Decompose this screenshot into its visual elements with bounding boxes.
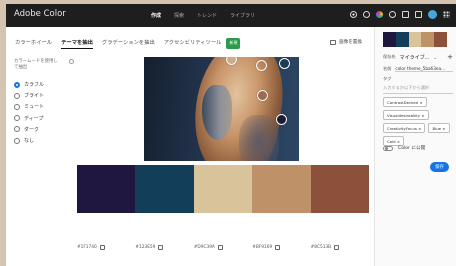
app-title[interactable]: Adobe Color	[14, 9, 66, 19]
hex-value-1: #1F1740	[77, 245, 135, 250]
library-label: 保存先	[383, 54, 396, 59]
tags-label: タグ	[383, 76, 392, 81]
hex-value-4: #BF9169	[252, 245, 310, 250]
color-wheel-icon[interactable]	[376, 11, 383, 18]
library-select-row: 保存先 マイライブ... ⌄ +	[383, 53, 453, 61]
color-picker-handle-3[interactable]	[279, 58, 290, 69]
nav-create[interactable]: 作成	[151, 12, 161, 19]
hex-value-5: #8C513B	[311, 245, 369, 250]
tab-accessibility[interactable]: アクセシビリティツール	[164, 38, 222, 49]
radio-icon	[14, 126, 20, 133]
info-icon[interactable]	[69, 59, 74, 64]
add-library-icon[interactable]: +	[447, 53, 453, 61]
preview-swatch-1	[383, 32, 396, 47]
copy-icon[interactable]	[275, 245, 281, 250]
mood-radio-list: カラフル ブライト ミュート ディープ ダーク なし	[14, 79, 74, 146]
publish-label: Color に公開	[398, 146, 426, 151]
name-input[interactable]: color theme_5ba63ea...	[395, 66, 453, 72]
publish-toggle[interactable]	[383, 145, 393, 151]
mood-option-dark[interactable]: ダーク	[14, 124, 74, 135]
preview-swatch-3	[408, 32, 422, 47]
image-icon	[330, 39, 337, 45]
main-panel: カラーホイール テーマを抽出 グラデーションを抽出 アクセシビリティツール 新規…	[6, 27, 374, 266]
notification-icon[interactable]	[389, 11, 396, 18]
chat-icon[interactable]	[415, 11, 422, 18]
tag-chip[interactable]: ContrastDecked ×	[383, 97, 427, 107]
save-button[interactable]: 保存	[430, 162, 449, 172]
swatch-3[interactable]	[193, 165, 253, 213]
tags-input[interactable]: 入力するか以下から選択	[383, 85, 453, 94]
mood-option-muted[interactable]: ミュート	[14, 101, 74, 112]
mood-option-deep[interactable]: ディープ	[14, 113, 74, 124]
save-panel: 保存先 マイライブ... ⌄ + 名前 color theme_5ba63ea.…	[374, 27, 456, 266]
hex-row: #1F1740 #123E59 #D9C39A #BF9169 #8C513B	[77, 245, 369, 250]
copy-icon[interactable]	[217, 245, 223, 250]
color-picker-handle-5[interactable]	[276, 114, 287, 125]
radio-selected-icon	[14, 81, 20, 88]
preview-swatch-4	[421, 32, 435, 47]
library-icon[interactable]	[402, 11, 409, 18]
source-photo[interactable]	[144, 57, 299, 161]
tab-color-wheel[interactable]: カラーホイール	[15, 38, 52, 49]
hex-value-2: #123E59	[135, 245, 193, 250]
replace-image-button[interactable]: 画像を置換	[330, 39, 362, 45]
swatch-1[interactable]	[77, 165, 136, 213]
color-picker-handle-2[interactable]	[256, 60, 267, 71]
radio-icon	[14, 103, 20, 110]
nav-library[interactable]: ライブラリ	[230, 12, 255, 19]
top-icons	[350, 10, 450, 19]
nav-trends[interactable]: トレンド	[197, 12, 217, 19]
preview-swatch-2	[395, 32, 409, 47]
hex-value-3: #D9C39A	[194, 245, 252, 250]
apps-grid-icon[interactable]	[443, 11, 450, 18]
chevron-down-icon[interactable]: ⌄	[433, 55, 437, 60]
help-icon[interactable]	[363, 11, 370, 18]
search-icon[interactable]	[350, 11, 357, 18]
mood-option-colorful[interactable]: カラフル	[14, 79, 74, 90]
avatar[interactable]	[428, 10, 437, 19]
mood-option-none[interactable]: なし	[14, 135, 74, 146]
radio-icon	[14, 92, 20, 99]
copy-icon[interactable]	[99, 245, 105, 250]
swatch-5[interactable]	[310, 165, 370, 213]
tag-chip[interactable]: Blue ×	[428, 123, 450, 133]
copy-icon[interactable]	[334, 245, 340, 250]
tab-extract-theme[interactable]: テーマを抽出	[61, 38, 93, 49]
replace-image-label: 画像を置換	[339, 40, 362, 45]
mood-label: カラームードを使用して抽出	[14, 59, 58, 70]
theme-preview	[383, 32, 447, 47]
radio-icon	[14, 137, 20, 144]
new-badge: 新規	[226, 38, 241, 49]
publish-toggle-row: Color に公開	[383, 145, 425, 151]
nav-explore[interactable]: 探索	[174, 12, 184, 19]
name-label: 名前	[383, 66, 392, 71]
swatch-row	[77, 165, 370, 213]
top-nav: 作成 探索 トレンド ライブラリ	[151, 12, 255, 19]
mood-options: カラームードを使用して抽出 カラフル ブライト ミュート ディープ ダーク なし	[14, 59, 74, 146]
library-select[interactable]: マイライブ...	[400, 54, 430, 61]
tag-chip[interactable]: Visualdesirability ×	[383, 110, 429, 120]
radio-icon	[14, 115, 20, 122]
name-row: 名前 color theme_5ba63ea...	[383, 66, 453, 72]
swatch-4[interactable]	[252, 165, 311, 213]
color-picker-handle-4[interactable]	[257, 90, 268, 101]
mood-option-bright[interactable]: ブライト	[14, 90, 74, 101]
top-bar: Adobe Color 作成 探索 トレンド ライブラリ	[6, 4, 456, 27]
tab-bar: カラーホイール テーマを抽出 グラデーションを抽出 アクセシビリティツール 新規	[15, 38, 241, 49]
swatch-2[interactable]	[135, 165, 194, 213]
copy-icon[interactable]	[158, 245, 164, 250]
tab-extract-gradient[interactable]: グラデーションを抽出	[102, 38, 155, 49]
mood-label-row: カラームードを使用して抽出	[14, 59, 74, 71]
tag-chip[interactable]: CreativityFocus ×	[383, 123, 426, 133]
preview-swatch-5	[434, 32, 447, 47]
tag-chips: ContrastDecked × Visualdesirability × Cr…	[383, 97, 455, 146]
